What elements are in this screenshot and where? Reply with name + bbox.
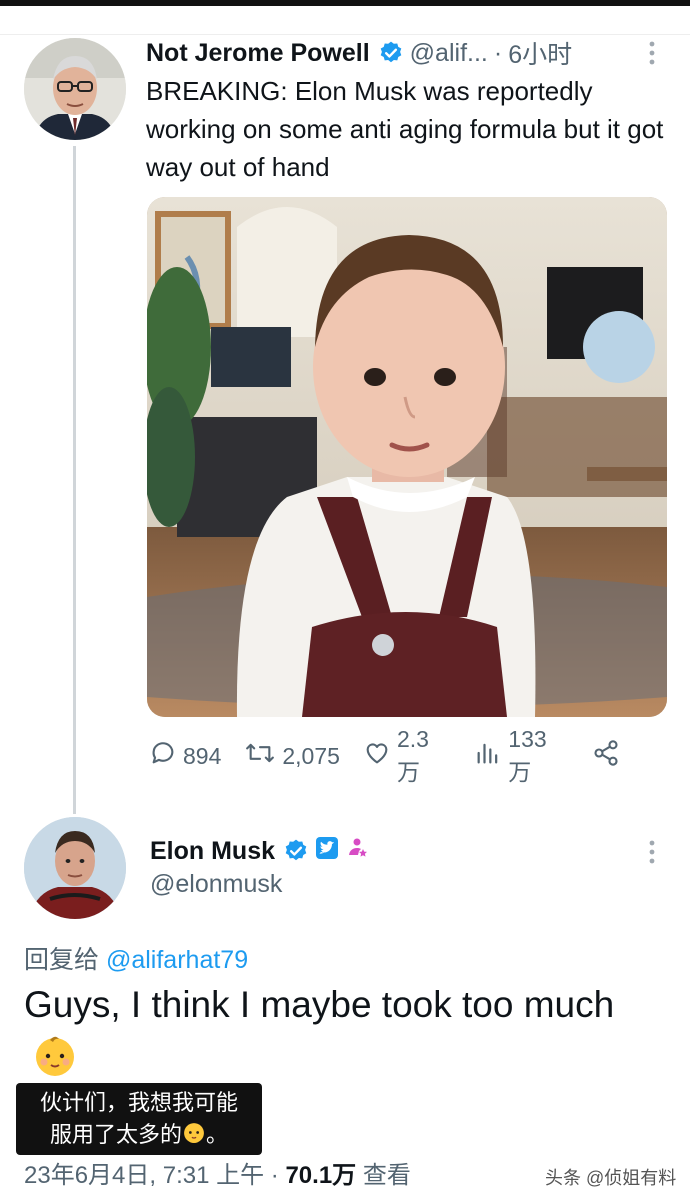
tweet2-text: Guys, I think I maybe took too much bbox=[24, 978, 664, 1093]
thread-connector-line bbox=[73, 146, 76, 814]
views-icon bbox=[473, 739, 508, 773]
like-action[interactable]: 2.3万 bbox=[362, 726, 451, 787]
views-action[interactable]: 133万 bbox=[473, 726, 569, 787]
reply-prefix: 回复给 bbox=[24, 946, 100, 974]
like-count: 2.3万 bbox=[396, 725, 429, 785]
share-icon bbox=[591, 739, 626, 773]
tweet2-display-name[interactable]: Elon Musk bbox=[150, 837, 275, 866]
top-edge bbox=[0, 6, 690, 35]
tweet1-media-image[interactable] bbox=[147, 197, 667, 717]
tweet1-display-name[interactable]: Not Jerome Powell bbox=[146, 39, 370, 68]
tweet1-header: Not Jerome Powell @alif... · 6小时 bbox=[146, 34, 572, 72]
tweet1-text: BREAKING: Elon Musk was reportedly worki… bbox=[146, 76, 664, 182]
tweet1-time[interactable]: 6小时 bbox=[508, 35, 572, 71]
retweet-action[interactable]: 2,075 bbox=[243, 739, 340, 773]
tweet2-text-content: Guys, I think I maybe took too much bbox=[24, 984, 615, 1025]
tweet1-handle[interactable]: @alif... bbox=[410, 39, 488, 68]
reply-count: 894 bbox=[183, 742, 222, 769]
reply-handle-link[interactable]: @alifarhat79 bbox=[106, 946, 248, 974]
twitter-blue-badge-icon bbox=[315, 836, 339, 867]
separator-dot: · bbox=[493, 38, 503, 67]
retweet-count: 2,075 bbox=[282, 742, 340, 769]
avatar-not-jerome-powell[interactable] bbox=[24, 38, 126, 140]
views-count: 133万 bbox=[508, 725, 547, 785]
subtitle-caption: 伙计们，我想我可能 服用了太多的。 bbox=[16, 1083, 262, 1155]
tweet2-views-label[interactable]: 查看 bbox=[363, 1162, 411, 1189]
like-icon bbox=[362, 739, 397, 773]
tweet2-date[interactable]: 23年6月4日, 7:31 上午 bbox=[24, 1162, 264, 1189]
tweet2-handle[interactable]: @elonmusk bbox=[150, 870, 282, 899]
tweet2-meta: 23年6月4日, 7:31 上午 · 70.1万 查看 bbox=[24, 1155, 411, 1190]
affiliate-badge-icon bbox=[345, 836, 369, 867]
reply-icon bbox=[148, 739, 183, 773]
avatar-elon-musk[interactable] bbox=[24, 817, 126, 919]
subtitle-line-2: 服用了太多的。 bbox=[16, 1119, 262, 1153]
tweet1-actions-bar: 894 2,075 2.3万 133万 bbox=[148, 726, 648, 785]
subtitle-line-1: 伙计们，我想我可能 bbox=[39, 1090, 238, 1115]
reply-context: 回复给 @alifarhat79 bbox=[24, 940, 248, 976]
separator-dot: · bbox=[270, 1162, 286, 1189]
retweet-icon bbox=[243, 739, 282, 773]
more-options-icon[interactable] bbox=[647, 839, 657, 865]
verified-badge-icon bbox=[283, 838, 309, 864]
watermark: 头条 @侦姐有料 bbox=[545, 1168, 677, 1188]
verified-badge-icon bbox=[378, 40, 404, 66]
baby-emoji-icon bbox=[182, 1120, 206, 1153]
tweet2-header: Elon Musk bbox=[150, 832, 369, 870]
more-options-icon[interactable] bbox=[647, 40, 657, 66]
share-action[interactable] bbox=[591, 739, 626, 773]
reply-action[interactable]: 894 bbox=[148, 739, 221, 773]
tweet2-views-count: 70.1万 bbox=[285, 1162, 357, 1189]
